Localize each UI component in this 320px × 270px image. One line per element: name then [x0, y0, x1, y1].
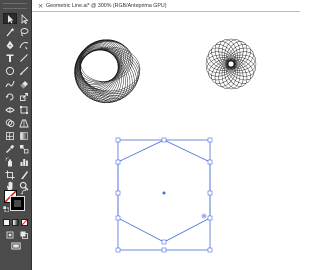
- selection-handle[interactable]: [207, 190, 213, 196]
- lasso-icon: [20, 27, 29, 36]
- selection-handle[interactable]: [115, 137, 121, 143]
- scale-tool-button[interactable]: [17, 91, 31, 102]
- magic-wand-tool-button[interactable]: [3, 26, 17, 37]
- none-icon: [22, 220, 27, 225]
- draw-behind-icon: [20, 231, 28, 239]
- artboard-icon: [5, 170, 15, 179]
- circular-swirl-artwork[interactable]: [65, 30, 145, 111]
- draw-normal-button[interactable]: [3, 229, 17, 240]
- eyedropper-tool-button[interactable]: [3, 143, 17, 154]
- selection-tool-button[interactable]: [3, 13, 17, 24]
- curvature-icon: [19, 41, 29, 49]
- eyedropper-icon: [6, 144, 15, 153]
- center-point: [162, 191, 166, 195]
- spray-icon: [5, 156, 12, 166]
- selected-hexagon[interactable]: [115, 137, 213, 253]
- slice-icon: [21, 170, 28, 179]
- bounding-box: [117, 139, 211, 251]
- selection-handle[interactable]: [207, 159, 213, 165]
- paintbrush-tool-button[interactable]: [17, 65, 31, 76]
- perspective-grid-tool-button[interactable]: [17, 117, 31, 128]
- mesh-icon: [6, 131, 14, 140]
- artboard-tool-button[interactable]: [3, 169, 17, 180]
- selection-handle[interactable]: [207, 215, 213, 221]
- scale-icon: [20, 92, 28, 101]
- hexagon-path[interactable]: [117, 139, 211, 243]
- selection-handle[interactable]: [115, 215, 121, 221]
- free-transform-icon: [20, 105, 28, 114]
- arrow-white-icon: [21, 13, 29, 24]
- free-transform-tool-button[interactable]: [17, 104, 31, 115]
- wand-icon: [6, 27, 15, 36]
- symbol-sprayer-tool-button[interactable]: [3, 156, 17, 167]
- curvature-tool-button[interactable]: [17, 39, 31, 50]
- width-icon: [5, 106, 15, 113]
- type-tool-button[interactable]: [3, 52, 17, 63]
- pen-icon: [6, 40, 14, 49]
- slice-tool-button[interactable]: [17, 169, 31, 180]
- blend-icon: [20, 144, 29, 153]
- selection-handle[interactable]: [207, 247, 213, 253]
- none-mode-button[interactable]: [21, 219, 28, 226]
- document-title: Geometric Line.ai* @ 300% (RGB/Anteprima…: [46, 3, 167, 9]
- blend-tool-button[interactable]: [17, 143, 31, 154]
- eraser-tool-button[interactable]: [17, 78, 31, 89]
- flower-center: [228, 61, 234, 67]
- rotate-tool-button[interactable]: [3, 91, 17, 102]
- color-mode-button[interactable]: [3, 219, 10, 226]
- draw-behind-button[interactable]: [17, 229, 31, 240]
- artboard-canvas[interactable]: [32, 12, 300, 270]
- flower-swirl-artwork[interactable]: [205, 38, 258, 91]
- direct-selection-tool-button[interactable]: [17, 13, 31, 24]
- graph-icon: [20, 158, 28, 166]
- document-tab-bar: × Geometric Line.ai* @ 300% (RGB/Antepri…: [0, 0, 300, 12]
- shape-builder-icon: [5, 118, 15, 127]
- illustrator-window: × Geometric Line.ai* @ 300% (RGB/Antepri…: [0, 0, 300, 270]
- hand-icon: [6, 181, 13, 190]
- type-icon: [6, 54, 14, 62]
- stroke-color-swatch[interactable]: [10, 196, 25, 211]
- gradient-icon: [20, 131, 28, 140]
- transform-handles[interactable]: [115, 137, 213, 253]
- draw-normal-icon: [6, 231, 14, 238]
- selection-handle[interactable]: [207, 137, 213, 143]
- selection-handle[interactable]: [161, 247, 167, 253]
- arrow-black-icon: [8, 14, 14, 23]
- selection-handle[interactable]: [161, 137, 167, 143]
- panel-grip[interactable]: [3, 3, 27, 9]
- line-icon: [20, 53, 28, 62]
- perspective-icon: [19, 119, 29, 127]
- gradient-mode-button[interactable]: [12, 219, 19, 226]
- selection-handle[interactable]: [115, 159, 121, 165]
- shaper-icon: [5, 80, 15, 87]
- default-fill-stroke-icon[interactable]: [3, 206, 9, 212]
- ellipse-tool-button[interactable]: [3, 65, 17, 76]
- shaper-tool-button[interactable]: [3, 78, 17, 89]
- gradient-tool-button[interactable]: [17, 130, 31, 141]
- column-graph-tool-button[interactable]: [17, 156, 31, 167]
- line-segment-tool-button[interactable]: [17, 52, 31, 63]
- pen-tool-button[interactable]: [3, 39, 17, 50]
- close-tab-button[interactable]: ×: [36, 0, 45, 12]
- screen-mode-button[interactable]: [9, 241, 23, 251]
- shape-builder-tool-button[interactable]: [3, 117, 17, 128]
- width-tool-button[interactable]: [3, 104, 17, 115]
- lasso-tool-button[interactable]: [17, 26, 31, 37]
- brush-icon: [20, 66, 29, 75]
- selection-handle[interactable]: [115, 247, 121, 253]
- swap-fill-stroke-icon[interactable]: [21, 189, 27, 195]
- swirl-line: [79, 48, 126, 103]
- mesh-tool-button[interactable]: [3, 130, 17, 141]
- tools-panel: [0, 0, 32, 270]
- screen-mode-icon: [11, 242, 21, 250]
- selection-handle[interactable]: [115, 190, 121, 196]
- rotate-icon: [5, 93, 14, 100]
- eraser-icon: [20, 80, 28, 88]
- selection-handle[interactable]: [161, 239, 167, 245]
- corner-widget-dot: [203, 215, 205, 217]
- document-tab[interactable]: × Geometric Line.ai* @ 300% (RGB/Antepri…: [36, 0, 196, 12]
- ellipse-icon: [5, 66, 15, 75]
